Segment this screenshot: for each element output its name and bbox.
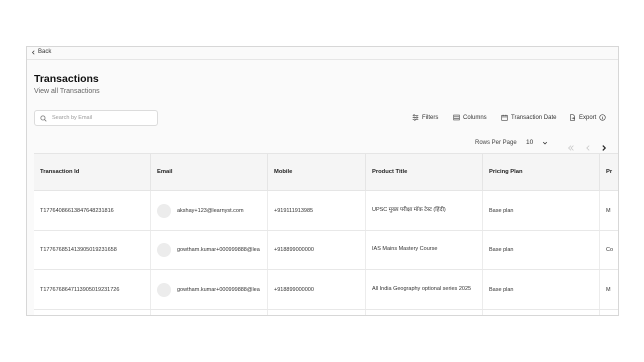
cell-email: gowtham.kumar+000999888@lea [151,231,268,269]
cell-product-title: UPSC मुख्य परीक्षा मॉक टेस्ट (हिंदी) [366,191,483,230]
columns-button[interactable]: Columns [453,114,487,121]
search-input[interactable] [52,115,152,121]
cell-email-text: akshay+123@learnyst.com [177,207,244,214]
filters-label: Filters [422,114,439,121]
avatar [157,203,171,218]
table-row[interactable]: T17764086613847648231816 akshay+123@lear… [34,191,618,231]
page-title: Transactions [34,73,99,85]
cell-email: akshay+123@learnyst.com [151,191,268,230]
filters-button[interactable]: Filters [412,114,438,121]
cell-mobile: +918899000000 [268,231,366,269]
chevron-left-icon [586,145,590,151]
filter-sliders-icon [412,114,419,121]
rows-per-page-label: Rows Per Page [475,140,517,146]
search-box[interactable] [34,110,158,126]
column-header-transaction-id[interactable]: Transaction Id [34,154,151,190]
cell-product-title: All India Geography optional series 2025 [366,270,483,309]
cell-empty [268,310,366,315]
cell-truncated: M [606,286,611,293]
cell-empty [600,310,618,315]
column-header-mobile[interactable]: Mobile [268,154,366,190]
chevron-right-icon [602,145,607,151]
page-subtitle: View all Transactions [34,88,100,95]
transactions-table: Transaction Id Email Mobile Product Titl… [34,153,618,315]
cell-email: gowtham.kumar+000999888@lea [151,270,268,309]
transactions-panel: Back Transactions View all Transactions … [26,46,619,316]
info-icon [599,114,606,121]
previous-page-button[interactable] [584,139,592,151]
calendar-icon [501,114,508,121]
cell-empty [151,310,268,315]
header-divider [27,59,618,60]
export-button[interactable]: Export [569,114,606,121]
column-header-pricing-plan[interactable]: Pricing Plan [483,154,600,190]
transaction-date-label: Transaction Date [511,114,557,121]
cell-transaction-id: T17767686471139050192317​26 [34,270,151,309]
first-page-button[interactable] [567,139,575,151]
table-header-row: Transaction Id Email Mobile Product Titl… [34,154,618,191]
columns-label: Columns [463,114,487,121]
next-page-button[interactable] [600,139,608,151]
cell-email-text: gowtham.kumar+000999888@lea [177,286,260,293]
cell-pricing-plan: Base plan [483,191,600,230]
cell-empty [483,310,600,315]
chevron-left-icon [32,50,35,54]
cell-email-text: gowtham.kumar+000999888@lea [177,247,260,253]
table-row[interactable]: T17767685141390501923165​8 gowtham.kumar… [34,231,618,270]
chevron-down-icon [542,141,548,144]
export-file-icon [570,114,576,121]
rows-per-page-value: 10 [526,139,534,146]
table-row[interactable] [34,310,618,315]
back-link[interactable]: Back [31,49,51,55]
cell-mobile: +918899000000 [268,270,366,309]
table-row[interactable]: T17767686471139050192317​26 gowtham.kuma… [34,270,618,310]
transaction-date-button[interactable]: Transaction Date [501,114,556,121]
column-header-truncated[interactable]: Pr [600,154,618,190]
cell-product-title: IAS Mains Mastery Course [366,231,483,269]
column-header-email[interactable]: Email [151,154,268,190]
rows-per-page-select[interactable]: 10 [524,136,550,149]
search-icon [40,114,47,122]
chevrons-left-icon [568,145,574,151]
cell-truncated: Co [606,247,614,253]
cell-transaction-id: T17767685141390501923165​8 [34,231,151,269]
export-label: Export [579,114,597,121]
cell-mobile: +919111913985 [268,191,366,230]
column-header-product-title[interactable]: Product Title [366,154,483,190]
cell-pricing-plan: Base plan [483,231,600,269]
avatar [157,282,171,297]
avatar [157,243,171,257]
cell-truncated: M [606,207,611,214]
cell-empty [34,310,151,315]
cell-transaction-id: T17764086613847648231816 [34,191,151,230]
cell-empty [366,310,483,315]
back-label: Back [38,49,52,55]
columns-icon [453,114,460,121]
cell-pricing-plan: Base plan [483,270,600,309]
